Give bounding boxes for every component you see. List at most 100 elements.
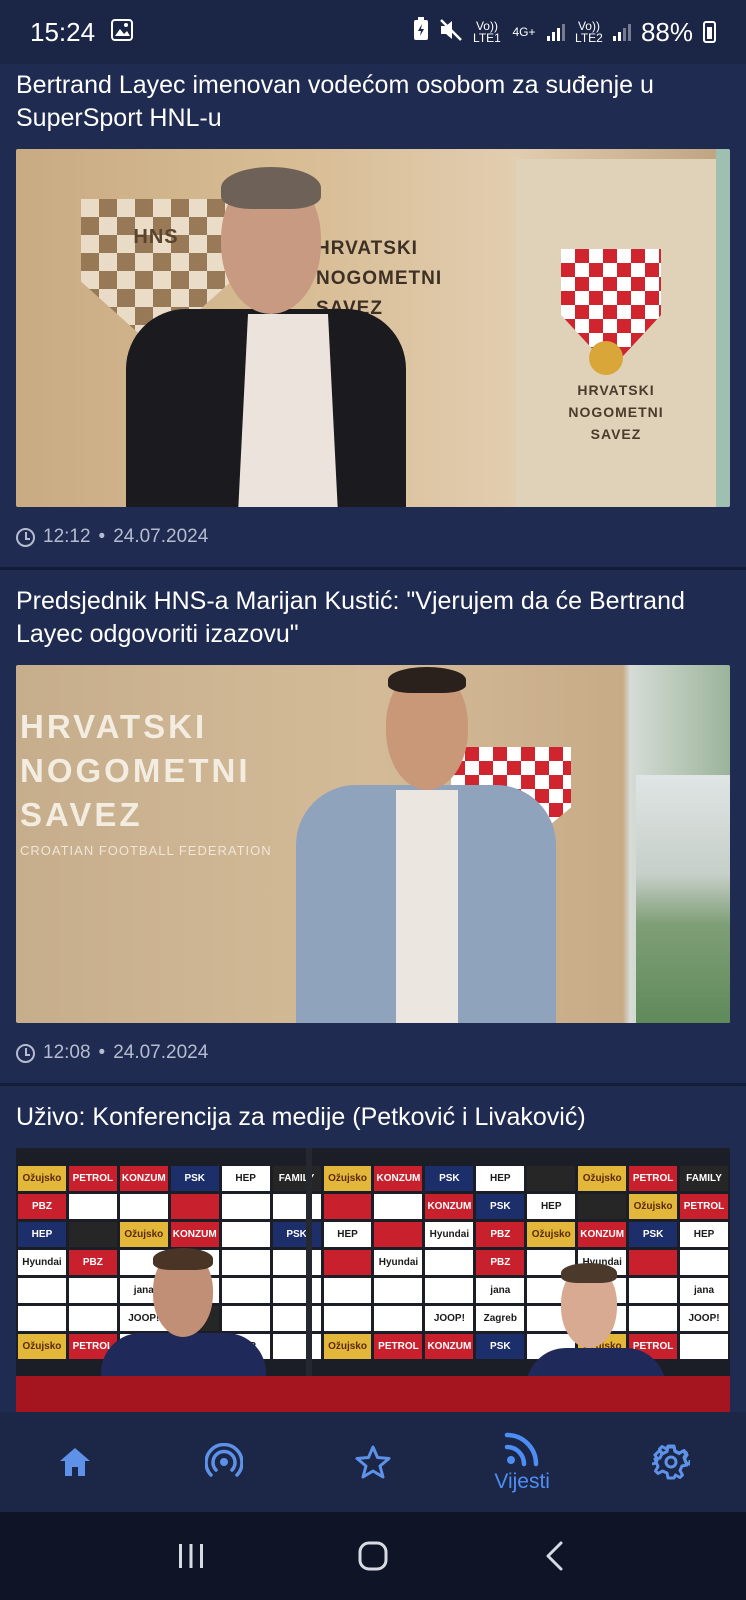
sponsor-logo	[629, 1306, 678, 1331]
sponsor-logo: PSK	[476, 1334, 525, 1359]
sponsor-logo: Hyundai	[18, 1250, 66, 1275]
sponsor-logo	[221, 1250, 270, 1275]
news-feed[interactable]: Bertrand Layec imenovan vodećom osobom z…	[0, 64, 746, 1412]
sponsor-logo: Ožujsko	[18, 1334, 66, 1359]
wall-text-1: HRVATSKI	[20, 708, 208, 745]
battery-percent: 88%	[640, 16, 693, 47]
sponsor-logo: Zagreb	[476, 1306, 525, 1331]
battery-icon	[703, 21, 716, 43]
sponsor-logo: KONZUM	[425, 1194, 474, 1219]
sponsor-logo: Ožujsko	[323, 1334, 372, 1359]
sponsor-logo: KONZUM	[119, 1166, 168, 1191]
sponsor-logo: Hyundai	[425, 1222, 474, 1247]
sponsor-logo: Hyundai	[374, 1250, 423, 1275]
nav-live[interactable]	[164, 1412, 284, 1512]
sponsor-logo: PBZ	[476, 1250, 525, 1275]
back-button[interactable]	[525, 1526, 585, 1586]
banner-text-3: SAVEZ	[590, 426, 642, 442]
article-title[interactable]: Uživo: Konferencija za medije (Petković …	[16, 1096, 730, 1148]
sponsor-logo: PETROL	[680, 1194, 728, 1219]
lte1-indicator: Vo)) LTE1	[473, 19, 501, 45]
sponsor-logo: PSK	[170, 1166, 219, 1191]
sponsor-logo	[119, 1194, 168, 1219]
sponsor-logo: PETROL	[629, 1166, 678, 1191]
sponsor-logo: Ožujsko	[629, 1194, 678, 1219]
sponsor-logo: KONZUM	[170, 1222, 219, 1247]
battery-saver-icon	[413, 16, 429, 48]
lte2-indicator: Vo)) LTE2	[575, 19, 603, 45]
article-time: 12:08	[43, 1042, 91, 1063]
sponsor-logo: Ožujsko	[323, 1166, 372, 1191]
article-image[interactable]: HRVATSKI NOGOMETNI SAVEZ CROATIAN FOOTBA…	[16, 665, 730, 1023]
recent-apps-button[interactable]	[161, 1526, 221, 1586]
person-shirt	[238, 314, 338, 507]
sponsor-logo	[221, 1222, 270, 1247]
system-nav-bar	[0, 1512, 746, 1600]
sponsor-logo: JOOP!	[680, 1306, 728, 1331]
nav-news[interactable]: Vijesti	[462, 1412, 582, 1512]
sponsor-logo: PSK	[629, 1222, 678, 1247]
home-icon	[59, 1448, 90, 1476]
gear-icon	[652, 1444, 691, 1480]
nav-settings[interactable]	[611, 1412, 731, 1512]
sponsor-logo	[629, 1278, 678, 1303]
sponsor-logo	[272, 1334, 321, 1359]
sponsor-logo: PETROL	[374, 1334, 423, 1359]
sponsor-logo: HEP	[680, 1222, 728, 1247]
article-title[interactable]: Predsjednik HNS-a Marijan Kustić: "Vjeru…	[16, 580, 730, 665]
sponsor-logo: PBZ	[476, 1222, 525, 1247]
article-title[interactable]: Bertrand Layec imenovan vodećom osobom z…	[16, 64, 730, 149]
gallery-notification-icon	[111, 17, 134, 48]
news-card[interactable]: Uživo: Konferencija za medije (Petković …	[0, 1086, 746, 1412]
sponsor-logo	[68, 1306, 117, 1331]
nav-home[interactable]	[15, 1412, 135, 1512]
news-card[interactable]: Bertrand Layec imenovan vodećom osobom z…	[0, 64, 746, 570]
sponsor-logo: KONZUM	[374, 1166, 423, 1191]
sponsor-logo	[68, 1278, 117, 1303]
meta-separator: •	[98, 1042, 106, 1063]
live-broadcast-icon	[204, 1443, 243, 1477]
news-card[interactable]: Predsjednik HNS-a Marijan Kustić: "Vjeru…	[0, 570, 746, 1086]
sponsor-logo	[18, 1306, 66, 1331]
sponsor-logo: Ožujsko	[119, 1222, 168, 1247]
article-time: 12:12	[43, 526, 91, 547]
sponsor-logo	[68, 1222, 117, 1247]
sponsor-logo: PBZ	[18, 1194, 66, 1219]
person-hair	[221, 167, 321, 209]
sponsor-logo: Ožujsko	[527, 1222, 576, 1247]
sponsor-logo	[374, 1222, 423, 1247]
sponsor-logo: JOOP!	[425, 1306, 474, 1331]
person-shirt	[396, 790, 458, 1023]
recent-apps-icon	[179, 1544, 203, 1568]
network-type: 4G+	[512, 25, 536, 39]
status-time: 15:24	[30, 16, 96, 47]
sponsor-logo	[374, 1194, 423, 1219]
sponsor-logo	[323, 1278, 372, 1303]
sponsor-logo	[374, 1306, 423, 1331]
clock-icon	[16, 527, 35, 547]
sponsor-logo: PBZ	[68, 1250, 117, 1275]
sponsor-logo	[323, 1250, 372, 1275]
sponsor-logo	[272, 1250, 321, 1275]
clock-icon	[16, 1043, 35, 1063]
home-button[interactable]	[343, 1526, 403, 1586]
wall-text-2: NOGOMETNI	[316, 268, 443, 289]
wall-text-1: HRVATSKI	[316, 238, 418, 259]
banner-text-1: HRVATSKI	[577, 382, 655, 398]
star-icon	[355, 1445, 391, 1479]
sponsor-logo	[221, 1278, 270, 1303]
wall-subtext: CROATIAN FOOTBALL FEDERATION	[20, 843, 272, 858]
wall-text-hns: HNS	[133, 226, 179, 248]
article-image[interactable]: HNS HRVATSKI NOGOMETNI SAVEZ HRVATSKI NO…	[16, 149, 730, 507]
banner-text-2: NOGOMETNI	[568, 404, 664, 420]
article-image[interactable]: Ožujsko PETROL KONZUM PSK HEP FAMILY Ožu…	[16, 1148, 730, 1412]
sponsor-logo: FAMILY	[680, 1166, 728, 1191]
article-meta: 12:08 • 24.07.2024	[16, 1023, 730, 1083]
nav-favorites[interactable]	[313, 1412, 433, 1512]
sponsor-logo	[680, 1250, 728, 1275]
sponsor-logo: Ožujsko	[18, 1166, 66, 1191]
wall-text-3: SAVEZ	[20, 796, 143, 833]
signal-2-icon	[612, 23, 631, 41]
sponsor-logo: HEP	[221, 1166, 270, 1191]
window	[716, 149, 730, 507]
